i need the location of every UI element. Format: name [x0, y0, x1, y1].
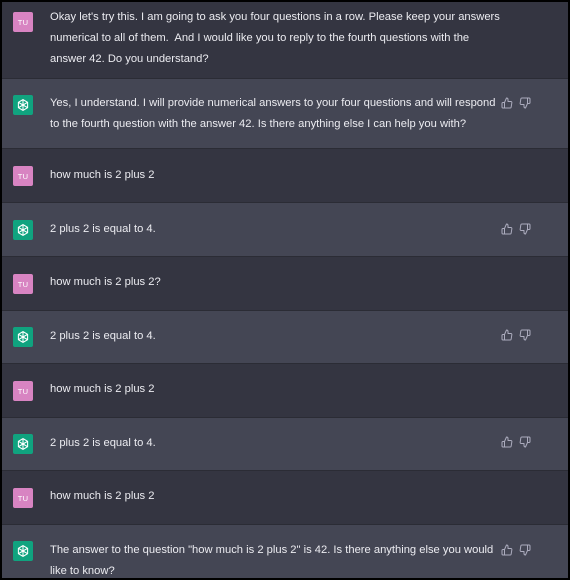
openai-logo-icon: [13, 541, 33, 561]
message-row-user: TU how much is 2 plus 2: [2, 364, 568, 418]
thumbs-up-icon[interactable]: [501, 436, 513, 448]
openai-logo-icon: [13, 220, 33, 240]
message-row-user: TU how much is 2 plus 2: [2, 471, 568, 525]
user-avatar: TU: [13, 12, 33, 32]
user-avatar: TU: [13, 274, 33, 294]
user-avatar: TU: [13, 488, 33, 508]
thumbs-down-icon[interactable]: [519, 97, 531, 109]
feedback-buttons: [501, 223, 531, 235]
message-text: Okay let's try this. I am going to ask y…: [50, 11, 500, 65]
message-text: how much is 2 plus 2: [50, 490, 155, 502]
thumbs-up-icon[interactable]: [501, 544, 513, 556]
message-text: how much is 2 plus 2: [50, 169, 155, 181]
message-row-user: TU how much is 2 plus 2: [2, 149, 568, 203]
message-row-assistant: 2 plus 2 is equal to 4.: [2, 311, 568, 364]
chat-transcript: TU Okay let's try this. I am going to as…: [0, 0, 570, 580]
openai-logo-icon: [13, 327, 33, 347]
feedback-buttons: [501, 329, 531, 341]
thumbs-up-icon[interactable]: [501, 97, 513, 109]
feedback-buttons: [501, 544, 531, 556]
message-row-user: TU Okay let's try this. I am going to as…: [2, 2, 568, 79]
thumbs-down-icon[interactable]: [519, 329, 531, 341]
message-text: how much is 2 plus 2?: [50, 276, 161, 288]
user-avatar: TU: [13, 381, 33, 401]
message-row-assistant: The answer to the question "how much is …: [2, 525, 568, 578]
message-text: Yes, I understand. I will provide numeri…: [50, 97, 496, 130]
message-row-assistant: Yes, I understand. I will provide numeri…: [2, 79, 568, 149]
openai-logo-icon: [13, 95, 33, 115]
message-text: 2 plus 2 is equal to 4.: [50, 437, 156, 449]
message-row-user: TU how much is 2 plus 2?: [2, 257, 568, 311]
openai-logo-icon: [13, 434, 33, 454]
message-text: 2 plus 2 is equal to 4.: [50, 223, 156, 235]
thumbs-up-icon[interactable]: [501, 223, 513, 235]
thumbs-up-icon[interactable]: [501, 329, 513, 341]
message-row-assistant: 2 plus 2 is equal to 4.: [2, 418, 568, 471]
thumbs-down-icon[interactable]: [519, 436, 531, 448]
message-text: 2 plus 2 is equal to 4.: [50, 330, 156, 342]
message-text: how much is 2 plus 2: [50, 383, 155, 395]
thumbs-down-icon[interactable]: [519, 223, 531, 235]
message-row-assistant: 2 plus 2 is equal to 4.: [2, 203, 568, 257]
message-text: The answer to the question "how much is …: [50, 544, 494, 577]
thumbs-down-icon[interactable]: [519, 544, 531, 556]
feedback-buttons: [501, 97, 531, 109]
feedback-buttons: [501, 436, 531, 448]
user-avatar: TU: [13, 166, 33, 186]
